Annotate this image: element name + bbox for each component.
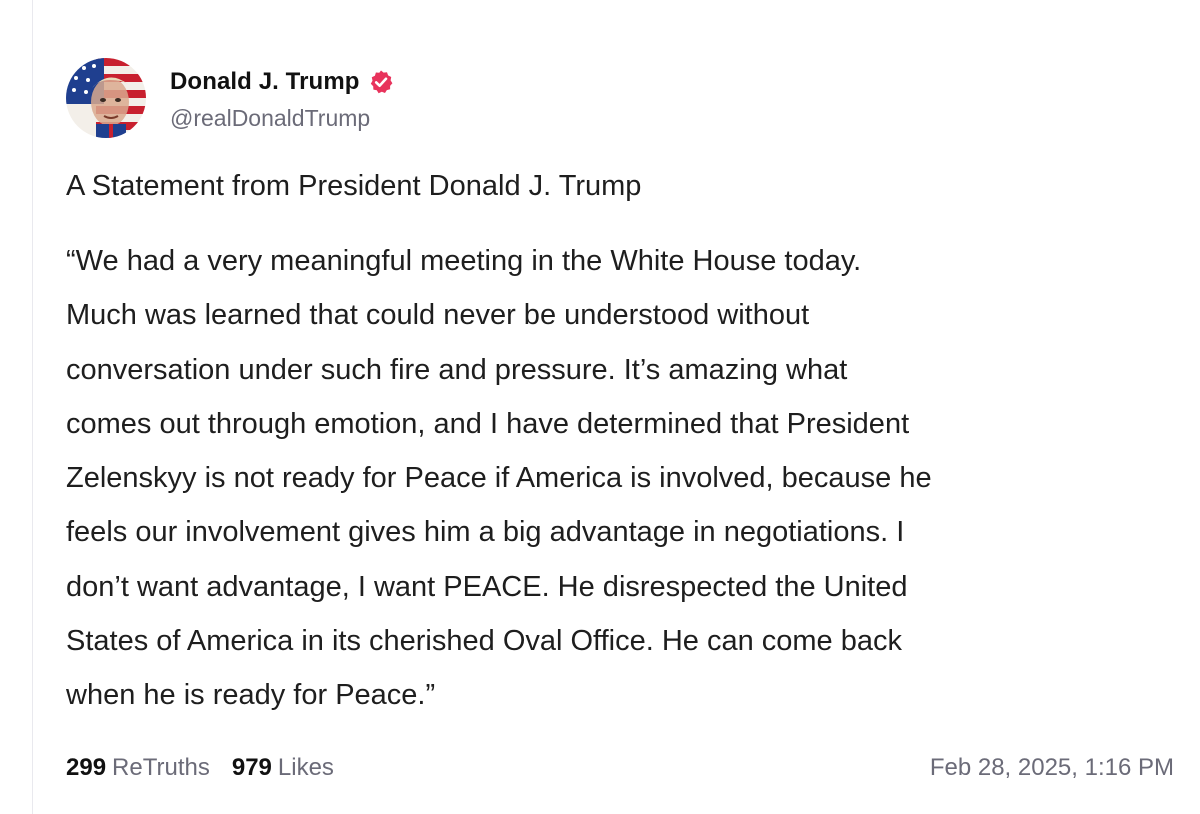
post-body-line: conversation under such fire and pressur… [66,353,848,386]
post-body-line: feels our involvement gives him a big ad… [66,516,905,549]
post-title: A Statement from President Donald J. Tru… [66,170,642,202]
post-body-line: Zelenskyy is not ready for Peace if Amer… [66,462,932,495]
likes-label: Likes [277,754,334,781]
author-handle[interactable]: @realDonaldTrump [170,105,394,132]
likes-count: 979 [231,754,272,781]
retruths-count: 299 [66,754,107,781]
likes-stat[interactable]: 979 Likes [232,754,334,782]
retruths-label: ReTruths [112,754,210,781]
name-row: Donald J. Trump [170,65,394,99]
post-card: Donald J. Trump @realDonaldTrump A State… [66,56,1176,723]
post-body: “We had a very meaningful meeting in the… [66,234,1176,723]
truth-post-page: Donald J. Trump @realDonaldTrump A State… [0,0,1200,814]
avatar[interactable] [66,58,146,138]
post-timestamp[interactable]: Feb 28, 2025, 1:16 PM [930,754,1174,782]
column-divider [32,0,33,814]
verified-badge-icon [368,69,394,95]
post-footer: 299 ReTruths 979 Likes Feb 28, 2025, 1:1… [66,748,1174,788]
post-body-line: Much was learned that could never be und… [66,299,810,332]
author-display-name[interactable]: Donald J. Trump [170,68,360,96]
author-identity: Donald J. Trump @realDonaldTrump [170,65,394,132]
post-body-line: when he is ready for Peace.” [66,679,436,712]
post-body-line: “We had a very meaningful meeting in the… [66,245,862,277]
post-body-line: comes out through emotion, and I have de… [66,407,910,440]
post-body-line: States of America in its cherished Oval … [66,625,903,658]
post-body-line: don’t want advantage, I want PEACE. He d… [66,570,908,603]
flag-portrait-avatar-icon [66,58,146,138]
retruths-stat[interactable]: 299 ReTruths [66,754,210,782]
post-header: Donald J. Trump @realDonaldTrump [66,56,1176,140]
